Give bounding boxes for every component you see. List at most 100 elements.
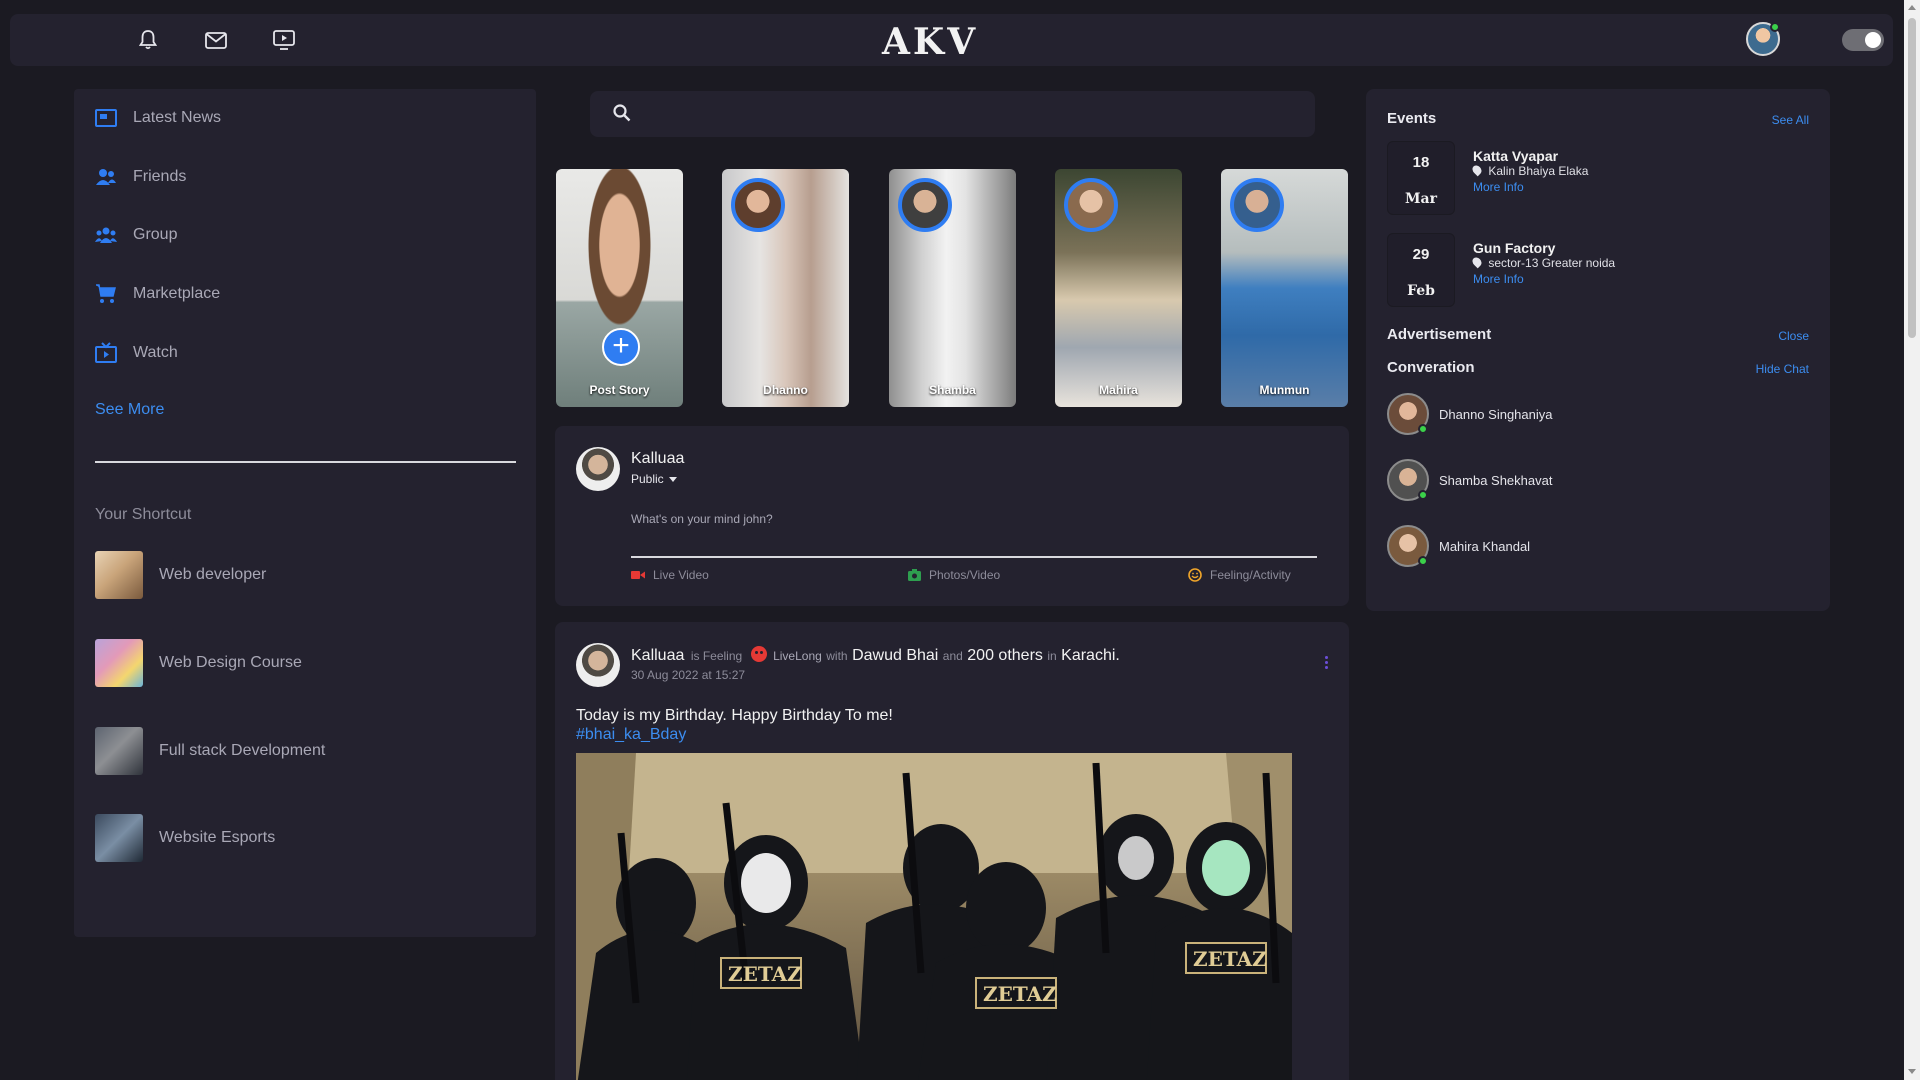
tagged-others[interactable]: 200 others	[967, 647, 1043, 664]
post-composer: Kalluaa Public What's on your mind john?…	[555, 426, 1349, 606]
online-indicator	[1418, 490, 1428, 500]
sidebar-item-friends[interactable]: Friends	[95, 166, 186, 188]
conversation-item[interactable]: Shamba Shekhavat	[1387, 459, 1552, 501]
scroll-up-arrow-icon[interactable]	[1908, 5, 1916, 10]
event-day: 18	[1412, 154, 1430, 171]
add-story-button[interactable]: +	[602, 328, 640, 366]
story-avatar-ring	[731, 178, 785, 232]
shortcut-label: Web Design Course	[159, 654, 302, 671]
sidebar-divider	[95, 461, 516, 463]
event-date-box: 18 Mar	[1387, 141, 1455, 215]
scrollbar-thumb[interactable]	[1908, 18, 1916, 338]
profile-avatar[interactable]	[1746, 22, 1780, 56]
see-all-link[interactable]: See All	[1772, 113, 1809, 127]
story-card-munmun[interactable]: Munmun	[1221, 169, 1348, 407]
online-indicator	[1418, 556, 1428, 566]
privacy-selector[interactable]: Public	[631, 472, 678, 486]
with-text: with	[826, 649, 848, 663]
composer-input[interactable]: What's on your mind john?	[631, 512, 1317, 526]
event-month: Feb	[1407, 283, 1435, 299]
group-icon	[95, 227, 117, 243]
event-date-box: 29 Feb	[1387, 233, 1455, 307]
badge-text: ZETAZ	[983, 982, 1057, 1006]
contact-avatar	[1387, 459, 1429, 501]
event-more-info-link[interactable]: More Info	[1473, 272, 1524, 286]
video-icon[interactable]	[272, 29, 296, 51]
shortcut-label: Web developer	[159, 566, 267, 583]
post-image[interactable]: ZETAZ ZETAZ ZETAZ	[576, 753, 1292, 1080]
live-video-button[interactable]: Live Video	[631, 568, 709, 582]
shortcut-thumbnail	[95, 727, 143, 775]
sidebar-item-marketplace[interactable]: Marketplace	[95, 283, 220, 305]
conversation-item[interactable]: Dhanno Singhaniya	[1387, 393, 1552, 435]
post-location[interactable]: Karachi.	[1061, 647, 1120, 664]
story-card-shamba[interactable]: Shamba	[889, 169, 1016, 407]
shortcut-heading: Your Shortcut	[95, 506, 192, 523]
search-icon	[613, 104, 631, 122]
hide-chat-link[interactable]: Hide Chat	[1756, 362, 1809, 376]
close-ad-link[interactable]: Close	[1778, 329, 1809, 343]
online-indicator	[1418, 424, 1428, 434]
cart-icon	[96, 284, 116, 303]
event-name: Katta Vyapar	[1473, 148, 1559, 164]
feeling-text: LiveLong	[773, 649, 822, 663]
tagged-friend[interactable]: Dawud Bhai	[852, 647, 938, 664]
search-bar[interactable]	[590, 91, 1315, 137]
post-author-name[interactable]: Kalluaa	[631, 647, 684, 664]
post-author-avatar[interactable]	[576, 643, 620, 687]
shortcut-web-design-course[interactable]: Web Design Course	[95, 639, 302, 687]
story-label: Shamba	[929, 383, 976, 397]
sidebar-item-group[interactable]: Group	[95, 224, 177, 246]
advertisement-heading: Advertisement	[1387, 326, 1492, 343]
story-card-post-story[interactable]: + Post Story	[556, 169, 683, 407]
post-photo-graphic: ZETAZ ZETAZ ZETAZ	[576, 753, 1292, 1080]
composer-divider	[631, 556, 1317, 558]
event-location-text: sector-13 Greater noida	[1488, 256, 1616, 270]
story-card-dhanno[interactable]: Dhanno	[722, 169, 849, 407]
see-more-link[interactable]: See More	[95, 401, 164, 419]
post-text: Today is my Birthday. Happy Birthday To …	[576, 707, 893, 724]
page-scrollbar[interactable]	[1904, 0, 1920, 1080]
post-hashtag[interactable]: #bhai_ka_Bday	[576, 726, 686, 744]
feeling-activity-button[interactable]: Feeling/Activity	[1188, 568, 1291, 582]
toggle-knob	[1865, 32, 1881, 48]
friends-icon	[96, 169, 116, 185]
event-more-info-link[interactable]: More Info	[1473, 180, 1524, 194]
conversation-item[interactable]: Mahira Khandal	[1387, 525, 1530, 567]
theme-toggle[interactable]	[1842, 29, 1884, 51]
sidebar-item-watch[interactable]: Watch	[95, 342, 178, 364]
story-card-mahira[interactable]: Mahira	[1055, 169, 1182, 407]
sidebar-item-latest-news[interactable]: Latest News	[95, 107, 221, 129]
tv-icon	[95, 342, 117, 363]
privacy-label: Public	[631, 472, 664, 486]
contact-avatar	[1387, 393, 1429, 435]
sidebar-item-label: Watch	[133, 344, 178, 361]
shortcut-website-esports[interactable]: Website Esports	[95, 814, 275, 862]
sidebar-item-label: Friends	[133, 168, 187, 185]
action-label: Feeling/Activity	[1210, 568, 1291, 582]
shortcut-web-developer[interactable]: Web developer	[95, 551, 266, 599]
bell-icon[interactable]	[136, 29, 160, 51]
more-options-icon[interactable]	[1324, 656, 1328, 672]
story-label: Dhanno	[763, 383, 808, 397]
scroll-down-arrow-icon[interactable]	[1908, 1069, 1916, 1074]
contact-name: Shamba Shekhavat	[1439, 472, 1553, 488]
event-location: Kalin Bhaiya Elaka	[1470, 163, 1588, 178]
smile-icon	[1188, 568, 1202, 582]
top-bar: AKV	[10, 14, 1893, 66]
conversation-heading: Converation	[1387, 359, 1475, 376]
camera-icon	[908, 569, 921, 581]
photos-video-button[interactable]: Photos/Video	[908, 568, 1000, 582]
sidebar-item-label: Marketplace	[133, 285, 221, 302]
event-name: Gun Factory	[1473, 240, 1556, 256]
events-heading: Events	[1387, 110, 1437, 127]
shortcut-full-stack-development[interactable]: Full stack Development	[95, 727, 325, 775]
badge-text: ZETAZ	[728, 962, 802, 986]
mail-icon[interactable]	[204, 29, 228, 51]
event-day: 29	[1412, 246, 1430, 263]
app-logo[interactable]: AKV	[882, 24, 978, 60]
right-sidebar: Events See All 18 Mar Katta Vyapar Kalin…	[1366, 89, 1830, 611]
composer-avatar[interactable]	[576, 447, 620, 491]
and-text: and	[942, 649, 963, 663]
composer-user-name: Kalluaa	[631, 450, 685, 467]
